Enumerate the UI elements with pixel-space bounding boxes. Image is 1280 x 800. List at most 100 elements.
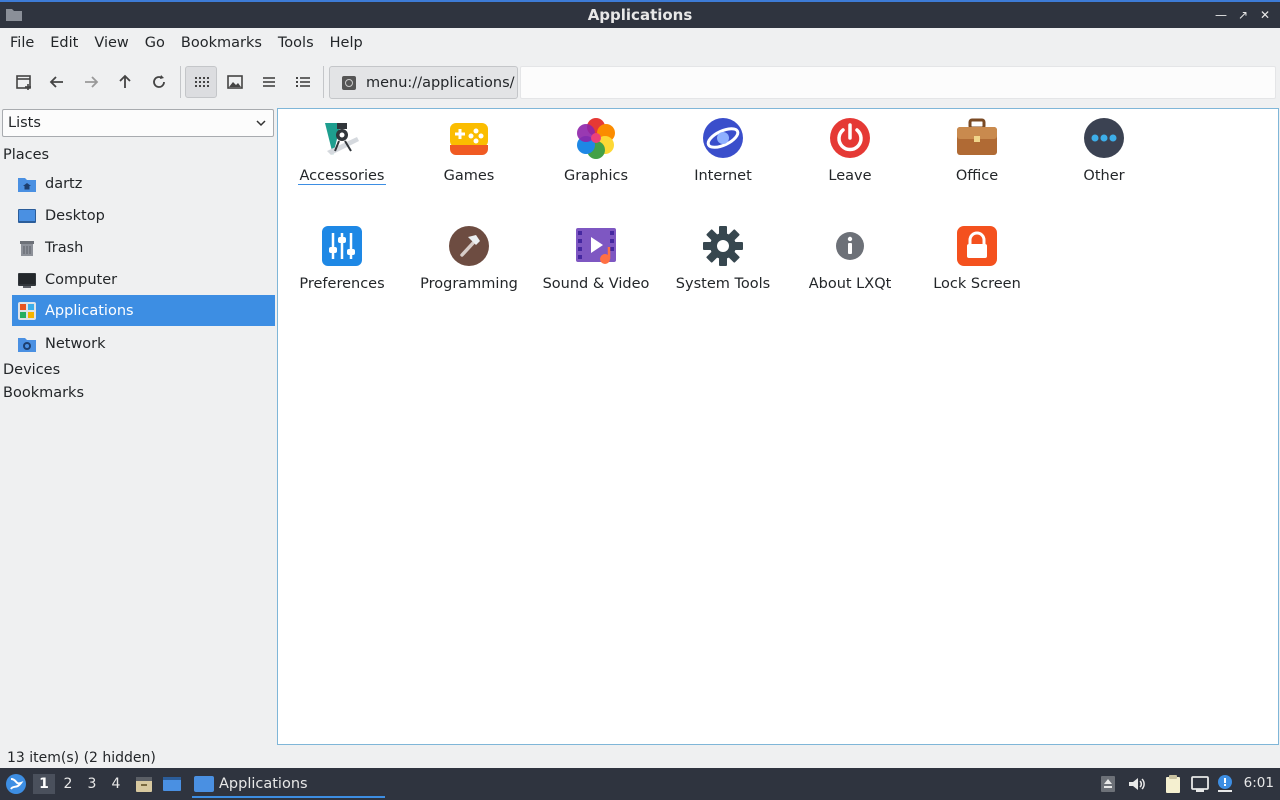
app-item-internet[interactable]: Internet bbox=[660, 117, 786, 184]
place-item-label: Network bbox=[45, 335, 106, 352]
menu-edit[interactable]: Edit bbox=[42, 28, 86, 58]
place-item-label: Applications bbox=[45, 302, 134, 319]
new-tab-button[interactable] bbox=[8, 66, 40, 98]
app-item-label: About LXQt bbox=[808, 276, 892, 292]
arrow-up-icon bbox=[119, 74, 131, 88]
place-item-label: Computer bbox=[45, 271, 118, 288]
lxqt-menu-icon[interactable] bbox=[5, 773, 27, 795]
app-item-games[interactable]: Games bbox=[406, 117, 532, 184]
app-item-office[interactable]: Office bbox=[914, 117, 1040, 184]
place-item-trash[interactable]: Trash bbox=[12, 232, 275, 263]
app-item-label: System Tools bbox=[675, 276, 771, 292]
app-item-label: Games bbox=[443, 168, 495, 184]
back-button[interactable] bbox=[41, 66, 73, 98]
app-item-system-tools[interactable]: System Tools bbox=[660, 225, 786, 292]
gamepad-icon bbox=[450, 123, 488, 155]
app-item-leave[interactable]: Leave bbox=[787, 117, 913, 184]
minimize-button[interactable]: — bbox=[1214, 6, 1228, 24]
power-icon bbox=[830, 118, 870, 158]
clock[interactable]: 6:01 bbox=[1244, 775, 1274, 791]
info-icon bbox=[836, 232, 864, 260]
file-cabinet-icon[interactable] bbox=[134, 774, 154, 794]
clipboard-icon[interactable] bbox=[1163, 774, 1183, 794]
place-item-label: dartz bbox=[45, 175, 83, 192]
menu-file[interactable]: File bbox=[2, 28, 42, 58]
devices-section-header[interactable]: Devices bbox=[3, 362, 60, 378]
grid-icon bbox=[195, 77, 209, 87]
eject-icon[interactable] bbox=[1098, 774, 1118, 794]
accessories-icon bbox=[325, 123, 359, 155]
new-tab-icon bbox=[16, 75, 31, 90]
app-item-preferences[interactable]: Preferences bbox=[279, 225, 405, 292]
menu-tools[interactable]: Tools bbox=[270, 28, 322, 58]
side-pane-mode-select[interactable]: Lists bbox=[2, 109, 274, 137]
place-item-label: Desktop bbox=[45, 207, 105, 224]
desktop-icon bbox=[18, 208, 36, 223]
path-text: menu://applications/ bbox=[366, 74, 515, 91]
menu-go[interactable]: Go bbox=[137, 28, 173, 58]
briefcase-icon bbox=[957, 118, 997, 155]
path-bar-empty-area[interactable] bbox=[520, 66, 1276, 99]
app-item-lock-screen[interactable]: Lock Screen bbox=[914, 225, 1040, 292]
notification-icon[interactable] bbox=[1215, 774, 1235, 794]
app-item-label: Programming bbox=[420, 276, 518, 292]
app-item-accessories[interactable]: Accessories bbox=[279, 117, 405, 185]
arrow-left-icon bbox=[49, 76, 63, 88]
bookmarks-section-header[interactable]: Bookmarks bbox=[3, 385, 84, 401]
path-button[interactable]: menu://applications/ bbox=[329, 66, 518, 99]
window-title: Applications bbox=[587, 6, 693, 24]
folder-view[interactable]: Accessories Games Graphics Internet Leav… bbox=[277, 108, 1279, 745]
lock-icon bbox=[957, 226, 997, 266]
toolbar-separator bbox=[323, 66, 324, 98]
app-item-sound-video[interactable]: Sound & Video bbox=[533, 225, 659, 292]
side-pane-mode-value: Lists bbox=[8, 115, 41, 131]
taskbar-window-applications[interactable]: Applications bbox=[192, 772, 385, 798]
menu-help[interactable]: Help bbox=[322, 28, 371, 58]
list-detailed-icon bbox=[296, 77, 310, 87]
forward-button[interactable] bbox=[75, 66, 107, 98]
applications-icon bbox=[18, 301, 36, 320]
place-item-desktop[interactable]: Desktop bbox=[12, 200, 275, 231]
app-item-label: Graphics bbox=[563, 168, 629, 184]
volume-icon[interactable] bbox=[1126, 774, 1146, 794]
menu-view[interactable]: View bbox=[86, 28, 136, 58]
show-desktop-icon[interactable] bbox=[162, 774, 182, 794]
place-item-applications[interactable]: Applications bbox=[12, 295, 275, 326]
desktop-switch-1[interactable]: 1 bbox=[33, 774, 55, 794]
app-item-programming[interactable]: Programming bbox=[406, 225, 532, 292]
reload-icon bbox=[153, 75, 165, 88]
app-item-other[interactable]: Other bbox=[1041, 117, 1167, 184]
toolbar: menu://applications/ bbox=[0, 60, 1280, 104]
maximize-button[interactable]: ↗ bbox=[1236, 6, 1250, 24]
compact-view-button[interactable] bbox=[253, 66, 285, 98]
toolbar-separator bbox=[180, 66, 181, 98]
desktop-switch-2[interactable]: 2 bbox=[57, 774, 79, 794]
hammer-icon bbox=[449, 226, 489, 266]
icon-view-button[interactable] bbox=[185, 66, 217, 98]
app-item-graphics[interactable]: Graphics bbox=[533, 117, 659, 184]
desktop-switch-3[interactable]: 3 bbox=[81, 774, 103, 794]
app-item-about-lxqt[interactable]: About LXQt bbox=[787, 225, 913, 292]
place-item-computer[interactable]: Computer bbox=[12, 264, 275, 295]
close-button[interactable]: ✕ bbox=[1258, 6, 1272, 24]
network-folder-icon bbox=[18, 337, 36, 352]
menu-bookmarks[interactable]: Bookmarks bbox=[173, 28, 270, 58]
window-titlebar[interactable]: Applications — ↗ ✕ bbox=[0, 0, 1280, 28]
place-item-network[interactable]: Network bbox=[12, 328, 275, 359]
thumbnail-view-button[interactable] bbox=[219, 66, 251, 98]
app-item-label: Accessories bbox=[297, 168, 387, 185]
chevron-down-icon bbox=[256, 120, 266, 127]
app-item-label: Sound & Video bbox=[542, 276, 650, 292]
places-section-header[interactable]: Places bbox=[3, 147, 49, 163]
detailed-list-view-button[interactable] bbox=[287, 66, 319, 98]
reload-button[interactable] bbox=[143, 66, 175, 98]
place-item-dartz[interactable]: dartz bbox=[12, 168, 275, 199]
app-item-label: Lock Screen bbox=[933, 276, 1021, 292]
desktop-switch-4[interactable]: 4 bbox=[105, 774, 127, 794]
app-item-label: Other bbox=[1083, 168, 1125, 184]
folder-icon bbox=[194, 776, 214, 792]
status-bar: 13 item(s) (2 hidden) bbox=[7, 750, 156, 766]
sliders-icon bbox=[322, 226, 362, 266]
up-button[interactable] bbox=[109, 66, 141, 98]
network-wired-icon[interactable] bbox=[1190, 774, 1210, 794]
